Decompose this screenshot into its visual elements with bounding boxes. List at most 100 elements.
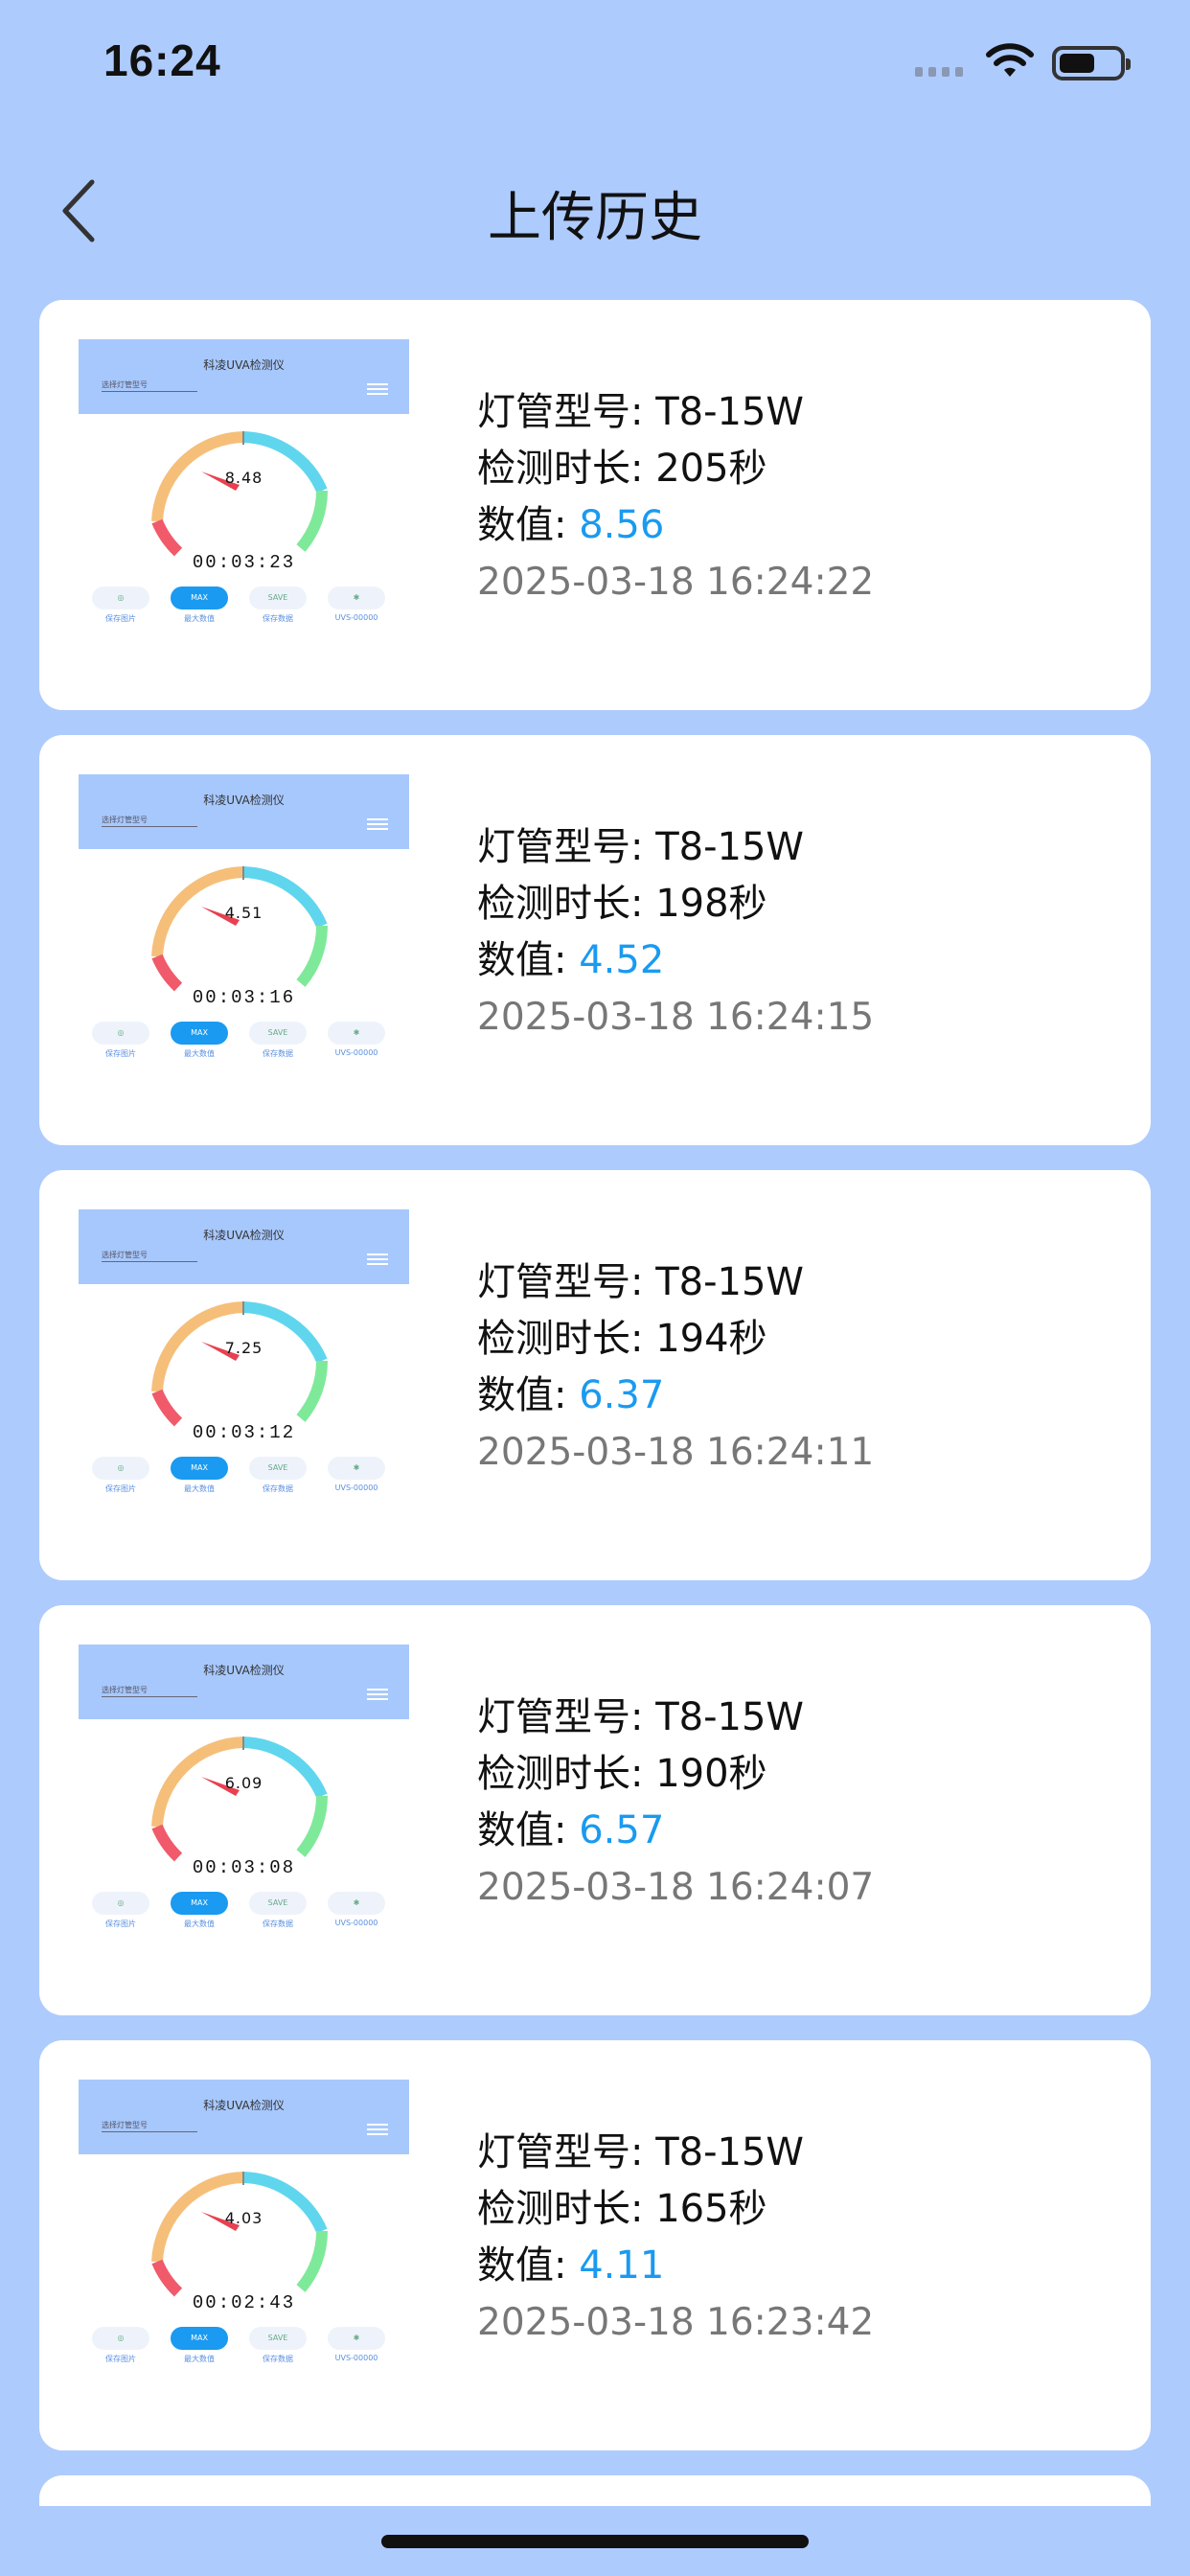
camera-icon: ◎	[92, 1022, 149, 1045]
value-label: 数值:	[477, 1808, 580, 1852]
thumb-label: 保存图片	[105, 1920, 136, 1928]
value-label: 数值:	[477, 2243, 580, 2288]
history-card[interactable]: 科凌UVA检测仪 选择灯管型号 4.51 00:03:16 ◎ MAX SAVE…	[39, 735, 1151, 1145]
bluetooth-icon: ✱	[328, 1457, 385, 1480]
thumbnail-image: 科凌UVA检测仪 选择灯管型号 6.09 00:03:08 ◎ MAX SAVE…	[79, 1644, 409, 1935]
model-label: 灯管型号:	[477, 390, 656, 434]
thumb-app-title: 科凌UVA检测仪	[203, 2099, 285, 2112]
thumb-label: 保存数据	[263, 1049, 293, 1058]
gauge-icon	[151, 2172, 329, 2297]
model-row: 灯管型号: T8-15W	[477, 1690, 874, 1746]
thumb-label: UVS-00000	[334, 2354, 378, 2362]
thumb-label: 保存图片	[105, 2355, 136, 2363]
thumb-save-button: SAVE	[249, 1022, 307, 1045]
model-row: 灯管型号: T8-15W	[477, 384, 874, 441]
thumb-elapsed: 00:03:12	[192, 1422, 296, 1443]
thumb-select-label: 选择灯管型号	[102, 380, 148, 389]
model-label: 灯管型号:	[477, 825, 656, 869]
duration-value: 205秒	[655, 447, 767, 491]
record-date: 2025-03-18 16:24:07	[477, 1866, 875, 1909]
thumb-max-button: MAX	[171, 1457, 228, 1480]
model-label: 灯管型号:	[477, 2130, 656, 2174]
gauge-icon	[151, 431, 329, 557]
thumb-label: 保存图片	[105, 1049, 136, 1058]
gauge-icon	[151, 866, 329, 992]
duration-value: 165秒	[655, 2187, 767, 2231]
duration-label: 检测时长:	[477, 2187, 656, 2231]
record-info: 灯管型号: T8-15W 检测时长: 194秒 数值: 6.37 2025-03…	[477, 1254, 874, 1481]
history-card[interactable]: 科凌UVA检测仪 选择灯管型号 4.03 00:02:43 ◎ MAX SAVE…	[39, 2040, 1151, 2450]
thumbnail-image: 科凌UVA检测仪 选择灯管型号 8.48 00:03:23 ◎ MAX SAVE…	[79, 339, 409, 630]
thumb-label: UVS-00000	[334, 1919, 378, 1927]
thumb-max-button: MAX	[171, 1022, 228, 1045]
gauge-value: 7.25	[224, 1339, 263, 1357]
duration-label: 检测时长:	[477, 1752, 656, 1796]
thumb-max-button: MAX	[171, 2327, 228, 2350]
history-card[interactable]: 科凌UVA检测仪 选择灯管型号 8.48 00:03:23 ◎ MAX SAVE…	[39, 300, 1151, 710]
menu-icon	[367, 1254, 388, 1268]
camera-icon: ◎	[92, 1457, 149, 1480]
record-info: 灯管型号: T8-15W 检测时长: 165秒 数值: 4.11 2025-03…	[477, 2125, 874, 2351]
model-value: T8-15W	[655, 390, 804, 434]
battery-icon	[1052, 46, 1131, 80]
gauge-value: 4.03	[224, 2209, 263, 2227]
thumb-label: 保存图片	[105, 614, 136, 623]
model-value: T8-15W	[655, 1695, 804, 1739]
measurement-value: 6.57	[579, 1808, 665, 1852]
thumb-select-label: 选择灯管型号	[102, 816, 148, 824]
record-info: 灯管型号: T8-15W 检测时长: 205秒 数值: 8.56 2025-03…	[477, 384, 874, 610]
camera-icon: ◎	[92, 586, 149, 610]
thumb-label: 保存数据	[263, 1484, 293, 1493]
duration-row: 检测时长: 165秒	[477, 2181, 874, 2238]
nav-bar: 上传历史	[0, 153, 1190, 268]
value-row: 数值: 6.37	[477, 1368, 874, 1424]
record-date: 2025-03-18 16:24:11	[477, 1431, 875, 1474]
thumb-save-button: SAVE	[249, 1457, 307, 1480]
duration-row: 检测时长: 190秒	[477, 1746, 874, 1803]
thumb-label: 最大数值	[184, 1920, 215, 1928]
thumb-save-button: SAVE	[249, 2327, 307, 2350]
thumbnail-image: 科凌UVA检测仪 选择灯管型号 4.03 00:02:43 ◎ MAX SAVE…	[79, 2080, 409, 2370]
thumbnail-image: 科凌UVA检测仪 选择灯管型号 4.51 00:03:16 ◎ MAX SAVE…	[79, 774, 409, 1065]
duration-label: 检测时长:	[477, 447, 656, 491]
value-label: 数值:	[477, 503, 580, 547]
record-date: 2025-03-18 16:24:15	[477, 996, 875, 1039]
gauge-value: 8.48	[224, 469, 263, 487]
thumb-select-line	[102, 1696, 197, 1697]
bluetooth-icon: ✱	[328, 2327, 385, 2350]
menu-icon	[367, 1689, 388, 1703]
history-list[interactable]: 科凌UVA检测仪 选择灯管型号 8.48 00:03:23 ◎ MAX SAVE…	[39, 300, 1151, 2506]
history-card[interactable]	[39, 2475, 1151, 2506]
duration-label: 检测时长:	[477, 882, 656, 926]
record-info: 灯管型号: T8-15W 检测时长: 190秒 数值: 6.57 2025-03…	[477, 1690, 874, 1916]
thumb-select-line	[102, 2131, 197, 2132]
camera-icon: ◎	[92, 2327, 149, 2350]
thumb-app-title: 科凌UVA检测仪	[203, 1229, 285, 1242]
thumb-elapsed: 00:02:43	[192, 2292, 296, 2313]
wifi-icon	[986, 43, 1034, 77]
home-indicator	[381, 2535, 809, 2548]
history-card[interactable]: 科凌UVA检测仪 选择灯管型号 6.09 00:03:08 ◎ MAX SAVE…	[39, 1605, 1151, 2015]
model-row: 灯管型号: T8-15W	[477, 819, 874, 876]
thumb-select-line	[102, 391, 197, 392]
camera-icon: ◎	[92, 1892, 149, 1915]
thumb-app-title: 科凌UVA检测仪	[203, 358, 285, 372]
history-card[interactable]: 科凌UVA检测仪 选择灯管型号 7.25 00:03:12 ◎ MAX SAVE…	[39, 1170, 1151, 1580]
duration-value: 190秒	[655, 1752, 767, 1796]
model-row: 灯管型号: T8-15W	[477, 2125, 874, 2181]
thumb-label: 保存数据	[263, 2355, 293, 2363]
value-row: 数值: 4.52	[477, 932, 874, 989]
duration-value: 198秒	[655, 882, 767, 926]
thumb-label: 最大数值	[184, 614, 215, 623]
measurement-value: 8.56	[579, 503, 665, 547]
duration-value: 194秒	[655, 1317, 767, 1361]
status-time: 16:24	[103, 35, 221, 85]
status-bar: 16:24	[0, 0, 1190, 134]
thumb-buttons: ◎ MAX SAVE ✱ 保存图片 最大数值 保存数据 UVS-00000	[92, 1022, 399, 1064]
model-value: T8-15W	[655, 1260, 804, 1304]
duration-row: 检测时长: 198秒	[477, 876, 874, 932]
bluetooth-icon: ✱	[328, 1022, 385, 1045]
menu-icon	[367, 2124, 388, 2138]
record-date: 2025-03-18 16:23:42	[477, 2301, 875, 2344]
thumb-label: UVS-00000	[334, 1484, 378, 1492]
